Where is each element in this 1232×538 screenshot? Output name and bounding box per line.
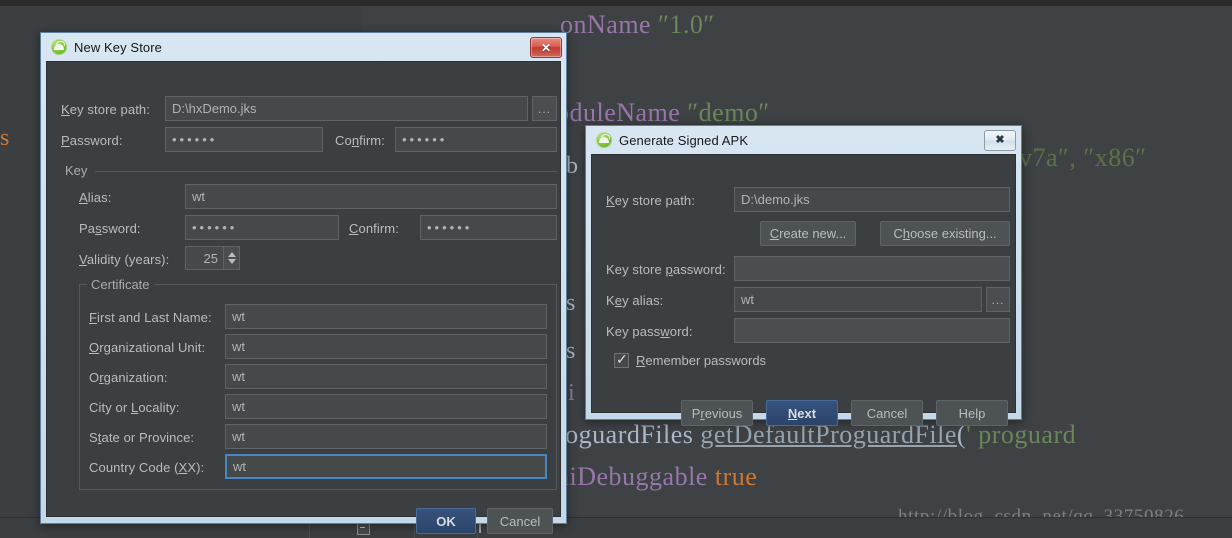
- first-last-name-input[interactable]: wt: [225, 304, 547, 329]
- city-or-locality-input[interactable]: wt: [225, 394, 547, 419]
- code-token: v7a″, ″x86″: [1019, 143, 1147, 172]
- code-token: ″1.0″: [658, 10, 715, 39]
- organizational-unit-label: Organizational Unit:: [89, 340, 206, 355]
- generate-signed-apk-dialog: Generate Signed APK ✖ Key store path: D:…: [585, 125, 1022, 426]
- certificate-group-title: Certificate: [87, 277, 154, 292]
- code-token: ″demo″: [687, 98, 770, 127]
- chevron-up-icon[interactable]: [227, 252, 236, 257]
- new-key-store-title: New Key Store: [74, 39, 163, 55]
- state-or-province-label: State or Province:: [89, 430, 195, 445]
- state-or-province-value: wt: [232, 429, 245, 444]
- code-token: oduleName: [556, 98, 688, 127]
- apk-key-alias-label: Key alias:: [606, 293, 664, 308]
- new-key-store-body: Key store path: D:\hxDemo.jks ... Passwo…: [46, 61, 561, 534]
- keystore-password-label: Password:: [61, 133, 123, 148]
- code-token: onName: [560, 10, 659, 39]
- apk-key-alias-browse-button[interactable]: ...: [986, 287, 1010, 312]
- alias-input[interactable]: wt: [185, 184, 557, 209]
- apk-key-alias-input[interactable]: wt: [734, 287, 982, 312]
- remember-passwords-label: Remember passwords: [636, 353, 767, 368]
- choose-existing-button[interactable]: Choose existing...: [880, 221, 1010, 246]
- country-code-input[interactable]: wt: [225, 454, 547, 479]
- organization-value: wt: [232, 369, 245, 384]
- country-code-value: wt: [233, 459, 246, 474]
- code-fragment: b: [566, 153, 578, 179]
- apk-keystore-password-label: Key store password:: [606, 262, 726, 277]
- validity-years-stepper[interactable]: 25: [185, 246, 240, 270]
- key-confirm-label: Confirm:: [349, 221, 399, 236]
- previous-button[interactable]: Previous: [681, 400, 753, 426]
- city-or-locality-value: wt: [232, 399, 245, 414]
- new-key-store-titlebar[interactable]: New Key Store ✕: [41, 33, 566, 61]
- validity-label: Validity (years):: [79, 252, 170, 267]
- code-fragment: s: [0, 125, 10, 151]
- country-code-label: Country Code (XX):: [89, 460, 205, 475]
- cancel-button[interactable]: Cancel: [851, 400, 923, 426]
- code-fragment: s: [566, 290, 576, 316]
- keystore-path-input[interactable]: D:\hxDemo.jks: [165, 96, 528, 121]
- help-button[interactable]: Help: [936, 400, 1008, 426]
- keystore-path-browse-button[interactable]: ...: [532, 96, 557, 121]
- keystore-password-input[interactable]: ••••••: [165, 127, 323, 152]
- close-icon[interactable]: ✕: [530, 37, 562, 58]
- code-line: niDebuggable true: [556, 462, 757, 492]
- state-or-province-input[interactable]: wt: [225, 424, 547, 449]
- new-key-store-dialog: New Key Store ✕ Key store path: D:\hxDem…: [40, 32, 567, 534]
- organizational-unit-value: wt: [232, 339, 245, 354]
- city-or-locality-label: City or Locality:: [89, 400, 180, 415]
- organization-label: Organization:: [89, 370, 168, 385]
- apk-keystore-path-label: Key store path:: [606, 193, 695, 208]
- organization-input[interactable]: wt: [225, 364, 547, 389]
- next-button[interactable]: Next: [766, 400, 838, 426]
- generate-signed-apk-titlebar[interactable]: Generate Signed APK ✖: [586, 126, 1021, 154]
- code-token: niDebuggable: [556, 462, 715, 491]
- code-fragment: i: [568, 380, 575, 406]
- cancel-button[interactable]: Cancel: [487, 508, 553, 534]
- checkbox-box: ✓: [614, 351, 629, 368]
- apk-keystore-path-input[interactable]: D:\demo.jks: [734, 187, 1010, 212]
- key-password-input[interactable]: ••••••: [185, 215, 339, 240]
- key-group-title: Key: [61, 163, 92, 178]
- stepper-arrows[interactable]: [223, 247, 239, 269]
- keystore-path-label: Key store path:: [61, 102, 150, 117]
- keystore-confirm-label: Confirm:: [335, 133, 385, 148]
- progress-indicator: [479, 524, 481, 533]
- first-last-name-value: wt: [232, 309, 245, 324]
- chevron-down-icon[interactable]: [227, 259, 236, 264]
- code-token: roguardFiles: [556, 420, 701, 449]
- first-last-name-label: First and Last Name:: [89, 310, 212, 325]
- create-new-button[interactable]: Create new...: [760, 221, 856, 246]
- organizational-unit-input[interactable]: wt: [225, 334, 547, 359]
- apk-key-password-label: Key password:: [606, 324, 693, 339]
- code-line: oduleName ″demo″: [556, 98, 770, 128]
- keystore-confirm-input[interactable]: ••••••: [395, 127, 557, 152]
- generate-signed-apk-body: Key store path: D:\demo.jks Create new..…: [591, 154, 1016, 426]
- code-line: v7a″, ″x86″: [1019, 143, 1147, 173]
- ok-button[interactable]: OK: [416, 508, 476, 534]
- code-line: onName ″1.0″: [560, 10, 715, 40]
- code-fragment: s: [566, 338, 576, 364]
- remember-passwords-checkbox[interactable]: ✓ Remember passwords: [614, 351, 767, 368]
- generate-signed-apk-title: Generate Signed APK: [619, 132, 749, 148]
- key-group-separator: [95, 171, 557, 172]
- key-confirm-input[interactable]: ••••••: [420, 215, 557, 240]
- android-icon: [51, 39, 67, 55]
- close-icon[interactable]: ✖: [984, 130, 1016, 151]
- apk-keystore-password-input[interactable]: [734, 256, 1010, 281]
- key-password-label: Password:: [79, 221, 141, 236]
- screen: onName ″1.0″ oduleName ″demo″ v7a″, ″x86″ r…: [0, 0, 1232, 538]
- alias-label: Alias:: [79, 190, 112, 205]
- code-token: true: [714, 462, 758, 491]
- apk-key-password-input[interactable]: [734, 318, 1010, 343]
- android-icon: [596, 132, 612, 148]
